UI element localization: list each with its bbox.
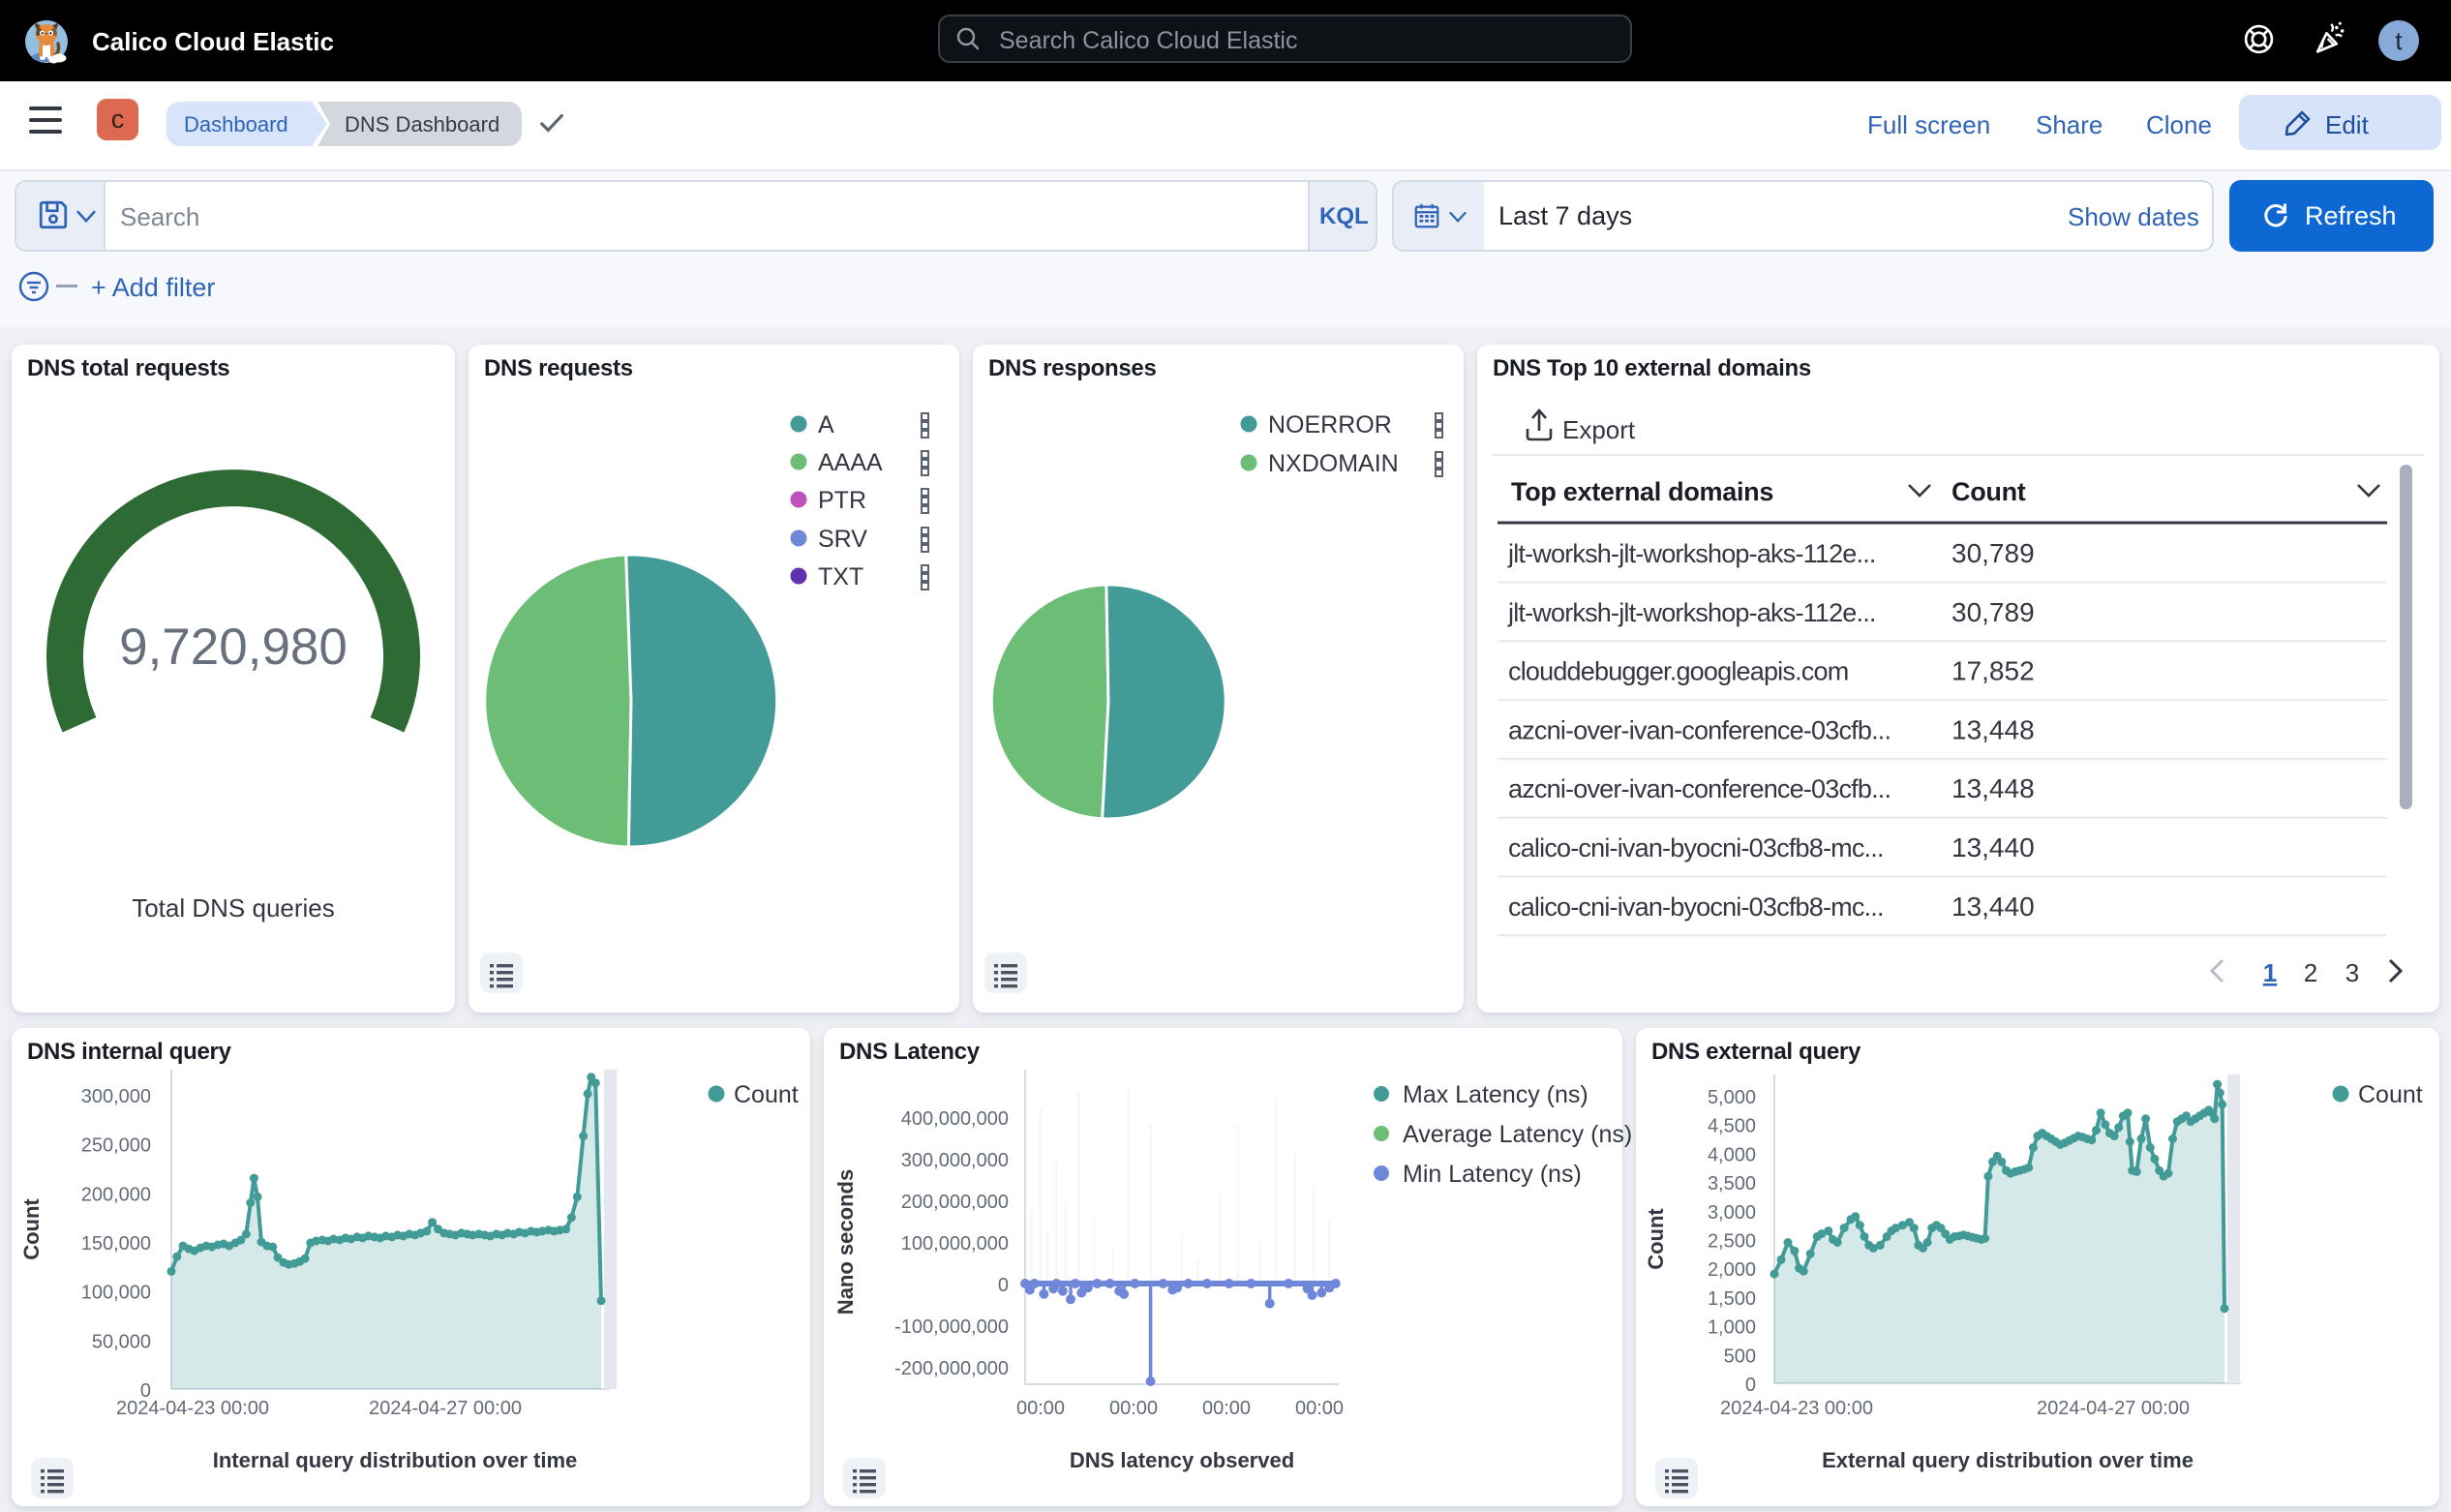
svg-text:00:00: 00:00 — [1016, 1398, 1065, 1419]
svg-text:AAAA: AAAA — [818, 449, 883, 476]
svg-text:calico-cni-ivan-byocni-03cfb8-: calico-cni-ivan-byocni-03cfb8-mc... — [1508, 892, 1884, 922]
svg-text:4,000: 4,000 — [1708, 1144, 1756, 1165]
svg-text:13,440: 13,440 — [1952, 832, 2035, 862]
svg-text:00:00: 00:00 — [1109, 1398, 1158, 1419]
svg-text:Internal query distribution ov: Internal query distribution over time — [213, 1448, 578, 1472]
svg-text:30,789: 30,789 — [1952, 538, 2035, 568]
svg-text:100,000,000: 100,000,000 — [901, 1233, 1009, 1255]
svg-text:400,000,000: 400,000,000 — [901, 1108, 1009, 1130]
svg-text:17,852: 17,852 — [1952, 656, 2035, 686]
svg-text:-200,000,000: -200,000,000 — [894, 1358, 1009, 1379]
svg-text:Top external domains: Top external domains — [1511, 477, 1773, 506]
svg-text:4,500: 4,500 — [1708, 1116, 1756, 1137]
svg-text:1,500: 1,500 — [1708, 1288, 1756, 1310]
svg-text:2024-04-27 00:00: 2024-04-27 00:00 — [369, 1398, 522, 1419]
svg-text:-100,000,000: -100,000,000 — [894, 1316, 1009, 1338]
svg-text:2024-04-27 00:00: 2024-04-27 00:00 — [2037, 1398, 2190, 1419]
svg-text:2,000: 2,000 — [1708, 1259, 1756, 1281]
svg-text:0: 0 — [1745, 1375, 1756, 1396]
svg-text:Count: Count — [1952, 477, 2026, 506]
svg-text:13,448: 13,448 — [1952, 714, 2035, 744]
svg-text:calico-cni-ivan-byocni-03cfb8-: calico-cni-ivan-byocni-03cfb8-mc... — [1508, 833, 1884, 862]
svg-text:9,720,980: 9,720,980 — [119, 619, 348, 676]
svg-text:DNS latency observed: DNS latency observed — [1070, 1448, 1294, 1472]
svg-text:2024-04-23 00:00: 2024-04-23 00:00 — [1720, 1398, 1873, 1419]
svg-text:3,000: 3,000 — [1708, 1202, 1756, 1224]
svg-text:PTR: PTR — [818, 487, 866, 514]
svg-text:External query distribution ov: External query distribution over time — [1822, 1448, 2194, 1472]
svg-text:0: 0 — [998, 1275, 1009, 1296]
svg-text:jlt-worksh-jlt-workshop-aks-11: jlt-worksh-jlt-workshop-aks-112e... — [1507, 598, 1876, 627]
svg-text:3: 3 — [2345, 958, 2359, 987]
svg-text:2: 2 — [2304, 958, 2317, 987]
svg-text:clouddebugger.googleapis.com: clouddebugger.googleapis.com — [1508, 657, 1848, 686]
svg-text:50,000: 50,000 — [92, 1331, 151, 1352]
svg-text:150,000: 150,000 — [81, 1233, 151, 1255]
svg-text:A: A — [818, 411, 834, 438]
svg-text:Total DNS queries: Total DNS queries — [132, 893, 335, 922]
svg-text:NOERROR: NOERROR — [1268, 411, 1392, 438]
svg-text:1,000: 1,000 — [1708, 1317, 1756, 1339]
svg-text:azcni-over-ivan-conference-03c: azcni-over-ivan-conference-03cfb... — [1508, 774, 1891, 803]
svg-text:1: 1 — [2263, 958, 2277, 987]
svg-text:azcni-over-ivan-conference-03c: azcni-over-ivan-conference-03cfb... — [1508, 715, 1891, 744]
svg-text:2024-04-23 00:00: 2024-04-23 00:00 — [116, 1398, 269, 1419]
svg-text:jlt-worksh-jlt-workshop-aks-11: jlt-worksh-jlt-workshop-aks-112e... — [1507, 539, 1876, 568]
svg-text:Count: Count — [19, 1198, 44, 1260]
svg-text:5,000: 5,000 — [1708, 1087, 1756, 1108]
svg-text:Count: Count — [1644, 1208, 1668, 1270]
svg-text:Export: Export — [1562, 415, 1636, 444]
svg-text:Average Latency (ns): Average Latency (ns) — [1403, 1121, 1632, 1148]
svg-text:250,000: 250,000 — [81, 1135, 151, 1157]
svg-text:TXT: TXT — [818, 563, 863, 590]
svg-text:3,500: 3,500 — [1708, 1173, 1756, 1194]
svg-text:300,000,000: 300,000,000 — [901, 1150, 1009, 1171]
svg-text:100,000: 100,000 — [81, 1283, 151, 1304]
svg-text:500: 500 — [1724, 1346, 1756, 1367]
svg-text:300,000: 300,000 — [81, 1086, 151, 1107]
svg-text:Count: Count — [734, 1081, 799, 1108]
svg-text:00:00: 00:00 — [1295, 1398, 1344, 1419]
svg-text:Min Latency (ns): Min Latency (ns) — [1403, 1161, 1582, 1188]
svg-text:00:00: 00:00 — [1202, 1398, 1251, 1419]
svg-text:13,448: 13,448 — [1952, 773, 2035, 803]
svg-text:Nano seconds: Nano seconds — [833, 1169, 858, 1315]
svg-text:NXDOMAIN: NXDOMAIN — [1268, 450, 1399, 477]
svg-text:Count: Count — [2358, 1081, 2423, 1108]
svg-text:200,000,000: 200,000,000 — [901, 1192, 1009, 1213]
svg-text:13,440: 13,440 — [1952, 892, 2035, 922]
svg-text:30,789: 30,789 — [1952, 597, 2035, 627]
svg-text:2,500: 2,500 — [1708, 1231, 1756, 1253]
svg-text:SRV: SRV — [818, 526, 867, 553]
svg-text:200,000: 200,000 — [81, 1184, 151, 1205]
svg-text:Max Latency (ns): Max Latency (ns) — [1403, 1081, 1589, 1108]
